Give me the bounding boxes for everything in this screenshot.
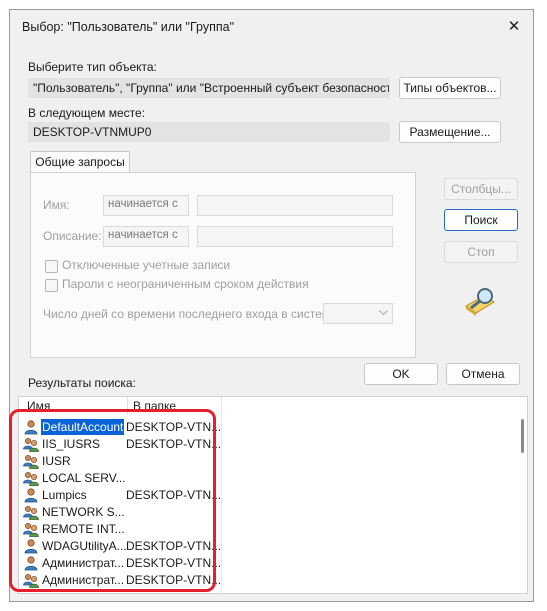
search-button[interactable]: Поиск [444,209,518,231]
tab-common-queries[interactable]: Общие запросы [30,151,130,173]
name-mode-select[interactable]: начинается с [103,195,189,216]
location-field: DESKTOP-VTNMUP0 [28,122,390,142]
title-bar: Выбор: "Пользователь" или "Группа" ✕ [10,10,533,46]
non-expiring-label: Пароли с неограниченным сроком действия [62,277,309,291]
results-label: Результаты поиска: [28,376,136,390]
close-icon[interactable]: ✕ [501,16,527,38]
search-magnifier-icon [465,288,495,316]
description-input[interactable] [197,226,393,247]
name-input[interactable] [197,195,393,216]
description-label: Описание: [43,229,102,243]
name-label: Имя: [43,198,70,212]
days-since-logon-label: Число дней со времени последнего входа в… [43,307,340,321]
object-types-button[interactable]: Типы объектов... [399,77,501,99]
location-label: В следующем месте: [28,106,146,120]
non-expiring-checkbox[interactable] [45,279,58,292]
description-mode-value: начинается с [108,229,178,241]
stop-button[interactable]: Стоп [444,241,518,263]
cancel-button[interactable]: Отмена [446,363,520,385]
results-scrollbar[interactable] [521,419,524,453]
disabled-accounts-label: Отключенные учетные записи [62,258,231,272]
locations-button[interactable]: Размещение... [399,121,501,143]
description-mode-select[interactable]: начинается с [103,226,189,247]
name-mode-value: начинается с [108,198,178,210]
object-type-label: Выберите тип объекта: [28,60,157,74]
disabled-accounts-checkbox[interactable] [45,260,58,273]
chevron-down-icon [379,310,388,316]
window-title: Выбор: "Пользователь" или "Группа" [22,20,235,34]
days-since-logon-select[interactable] [323,303,393,324]
highlight-annotation [9,409,216,592]
columns-button[interactable]: Столбцы... [444,178,518,200]
ok-button[interactable]: OK [364,363,438,385]
common-queries-panel: Имя: начинается с Описание: начинается с… [30,172,416,358]
object-type-field: "Пользователь", "Группа" или "Встроенный… [28,78,390,98]
